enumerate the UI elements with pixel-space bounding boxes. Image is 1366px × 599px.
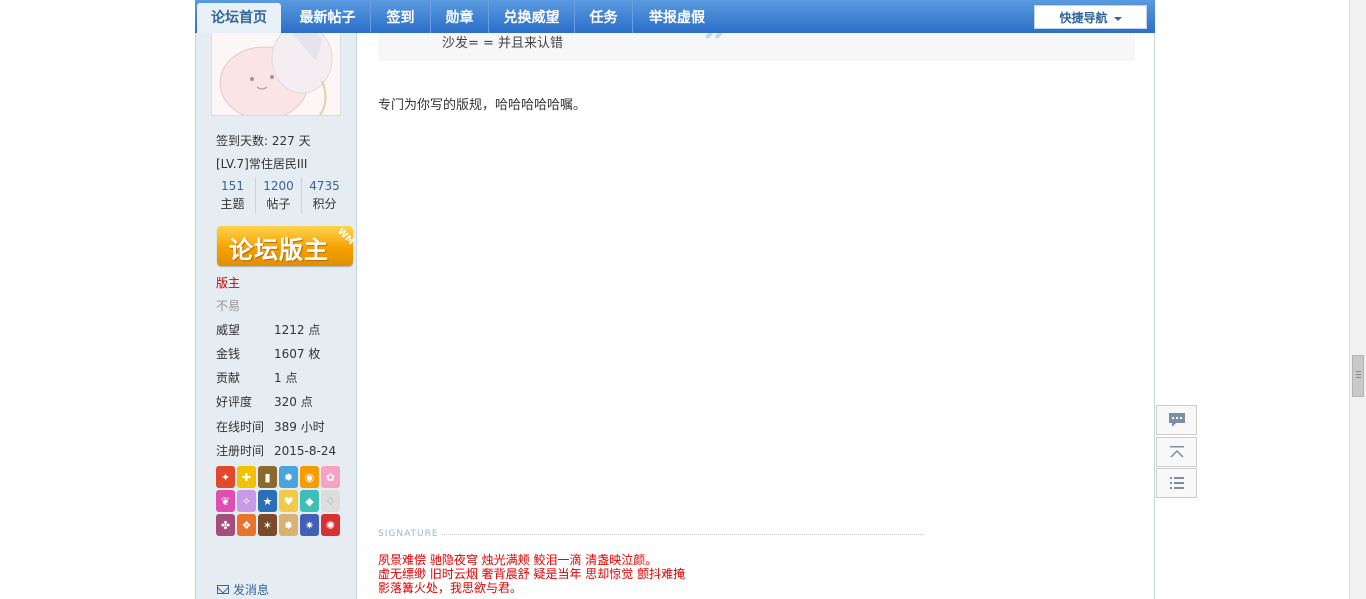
avatar-image [212, 21, 340, 115]
medal-icon[interactable]: ◉ [300, 466, 319, 488]
medal-icon[interactable]: ✧ [237, 490, 256, 512]
medal-icon[interactable]: ❖ [237, 514, 256, 536]
nav-checkin[interactable]: 签到 [371, 0, 431, 33]
top-nav-bar: 论坛首页 最新帖子 签到 勋章 兑换威望 任务 举报虚假 快捷导航 [195, 0, 1155, 33]
stat-label: 积分 [312, 197, 337, 211]
medal-icon[interactable]: ✦ [216, 466, 235, 488]
user-level[interactable]: [LV.7]常住居民III [216, 155, 307, 172]
signature-line: 影落篝火处，我思欲与君。 [378, 581, 523, 595]
field-money: 金钱 1607 枚 [216, 345, 320, 362]
stat-threads[interactable]: 151 主题 [210, 177, 255, 213]
list-icon [1169, 477, 1184, 489]
list-view-button[interactable] [1156, 468, 1197, 498]
arrow-up-icon [1169, 446, 1184, 458]
signature-line: 夙景难偿 驰隐夜穹 烛光满颊 鲛泪一滴 清盏映泣颜。 [378, 553, 658, 567]
field-register-date: 注册时间 2015-8-24 [216, 442, 336, 459]
medal-icon[interactable]: ✸ [279, 514, 298, 536]
medal-icon[interactable]: ✚ [237, 466, 256, 488]
quote-text: 沙发= = 并且来认错 [442, 36, 564, 51]
back-to-top-button[interactable] [1156, 437, 1197, 467]
medal-icon[interactable]: ♢ [321, 490, 340, 512]
medal-icon[interactable]: ✶ [258, 514, 277, 536]
field-contribution: 贡献 1 点 [216, 369, 297, 386]
checkin-days: 签到天数: 227 天 [216, 134, 311, 148]
custom-title: 不易 [216, 299, 241, 313]
field-value: 1 点 [274, 371, 298, 385]
field-value: 320 点 [274, 395, 313, 409]
field-online-time: 在线时间 389 小时 [216, 418, 325, 435]
avatar[interactable] [211, 20, 341, 116]
stat-value: 151 [221, 179, 244, 193]
medal-icon[interactable]: ✺ [321, 514, 340, 536]
nav-medals[interactable]: 勋章 [431, 0, 489, 33]
nav-report-fake[interactable]: 举报虚假 [633, 0, 721, 33]
nav-tasks[interactable]: 任务 [575, 0, 633, 33]
field-key: 贡献 [216, 371, 241, 385]
medal-list: ✦ ✚ ▮ ✹ ◉ ✿ ❦ ✧ ★ ♥ ◆ ♢ ✤ ❖ ✶ ✸ ✷ ✺ [216, 466, 342, 538]
reply-float-button[interactable] [1156, 405, 1197, 435]
signature-divider: SIGNATURE [378, 529, 923, 539]
medal-icon[interactable]: ✹ [279, 466, 298, 488]
field-prestige: 威望 1212 点 [216, 321, 320, 338]
field-rating: 好评度 320 点 [216, 393, 313, 410]
field-key: 好评度 [216, 395, 253, 409]
stat-posts[interactable]: 1200 帖子 [255, 177, 301, 213]
nav-forum-home[interactable]: 论坛首页 [197, 3, 281, 33]
moderator-badge: 论坛版主 WM [217, 226, 356, 268]
medal-icon[interactable]: ❦ [216, 490, 235, 512]
quick-nav-label: 快捷导航 [1059, 11, 1108, 25]
page-container: 签到天数: 227 天 [LV.7]常住居民III 151 主题 1200 帖子… [195, 0, 1155, 599]
field-key: 威望 [216, 323, 241, 337]
medal-icon[interactable]: ✷ [300, 514, 319, 536]
user-group[interactable]: 版主 [216, 274, 240, 291]
signature-dotted-line [441, 533, 923, 535]
badge-text: 论坛版主 [229, 236, 329, 264]
envelope-icon [217, 585, 229, 594]
send-message-label: 发消息 [233, 583, 270, 597]
medal-icon[interactable]: ★ [258, 490, 277, 512]
signature-label: SIGNATURE [378, 529, 439, 539]
stat-value: 4735 [309, 179, 340, 193]
vertical-scrollbar[interactable] [1349, 0, 1366, 599]
stat-label: 帖子 [266, 197, 291, 211]
post-body: 专门为你写的版规，哈哈哈哈哈嘱。 [378, 98, 587, 113]
grip-icon [1356, 371, 1361, 380]
medal-icon[interactable]: ♥ [279, 490, 298, 512]
medal-icon[interactable]: ✿ [321, 466, 340, 488]
field-value: 389 小时 [274, 420, 325, 434]
scrollbar-thumb[interactable] [1352, 355, 1364, 397]
field-value: 2015-8-24 [274, 444, 337, 458]
medal-icon[interactable]: ▮ [258, 466, 277, 488]
field-key: 金钱 [216, 347, 241, 361]
field-key: 在线时间 [216, 420, 265, 434]
stat-label: 主题 [220, 197, 245, 211]
send-message-link[interactable]: 发消息 [217, 581, 269, 598]
field-value: 1607 枚 [274, 347, 321, 361]
field-value: 1212 点 [274, 323, 321, 337]
field-key: 注册时间 [216, 444, 265, 458]
nav-latest-posts[interactable]: 最新帖子 [285, 0, 371, 33]
medal-icon[interactable]: ✤ [216, 514, 235, 536]
comment-icon [1168, 413, 1185, 427]
stat-value: 1200 [263, 179, 294, 193]
nav-exchange-prestige[interactable]: 兑换威望 [489, 0, 575, 33]
signature-line: 虚无缥缈 旧时云烟 奢背晨舒 疑是当年 思却惊觉 颤抖难掩 [378, 567, 686, 581]
user-stats: 151 主题 1200 帖子 4735 积分 [210, 177, 350, 213]
medal-icon[interactable]: ◆ [300, 490, 319, 512]
stat-credits[interactable]: 4735 积分 [301, 177, 347, 213]
quick-nav-button[interactable]: 快捷导航 [1034, 5, 1147, 29]
chevron-down-icon [1113, 16, 1122, 21]
author-sidebar: 签到天数: 227 天 [LV.7]常住居民III 151 主题 1200 帖子… [196, 0, 357, 599]
